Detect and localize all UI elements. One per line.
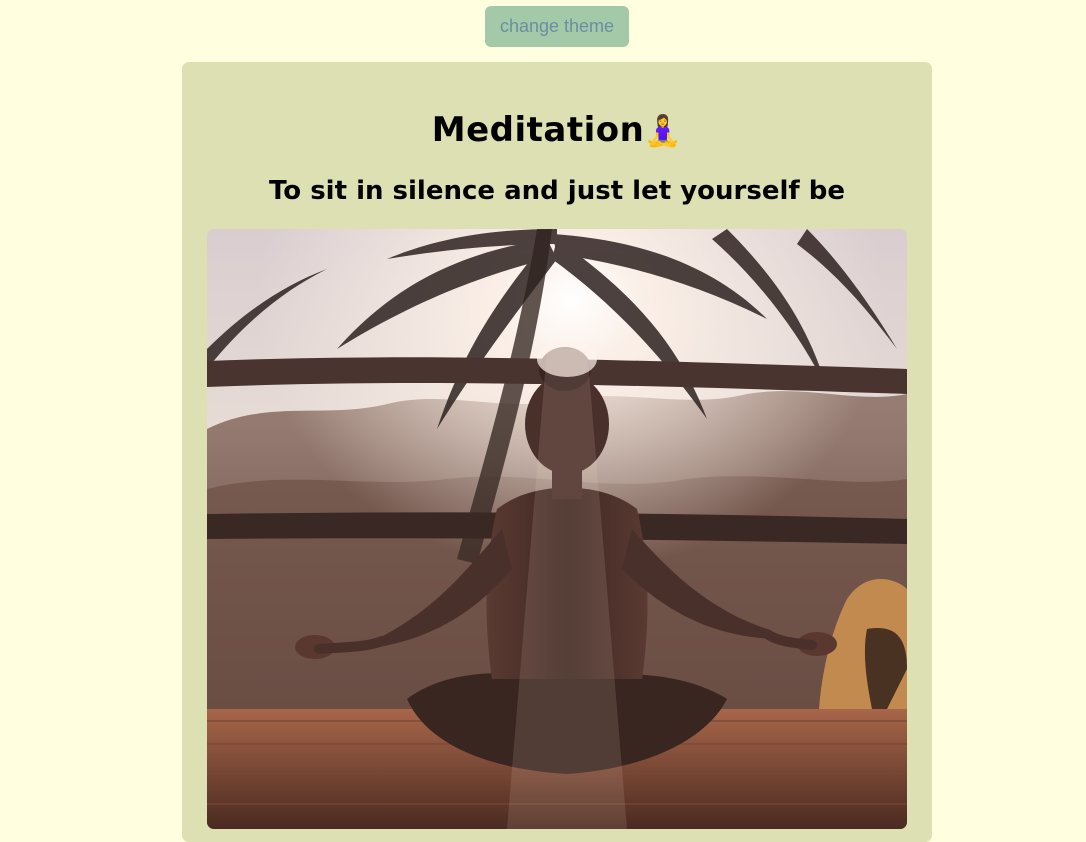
page-title: Meditation🧘‍♀️	[182, 110, 932, 150]
meditation-emoji-icon: 🧘‍♀️	[644, 114, 683, 149]
meditation-photo	[207, 229, 907, 829]
meditation-card: Meditation🧘‍♀️ To sit in silence and jus…	[182, 62, 932, 842]
change-theme-button[interactable]: change theme	[485, 6, 629, 47]
page-subtitle: To sit in silence and just let yourself …	[269, 176, 845, 206]
meditation-photo-illustration	[207, 229, 907, 829]
title-text: Meditation	[431, 110, 645, 150]
